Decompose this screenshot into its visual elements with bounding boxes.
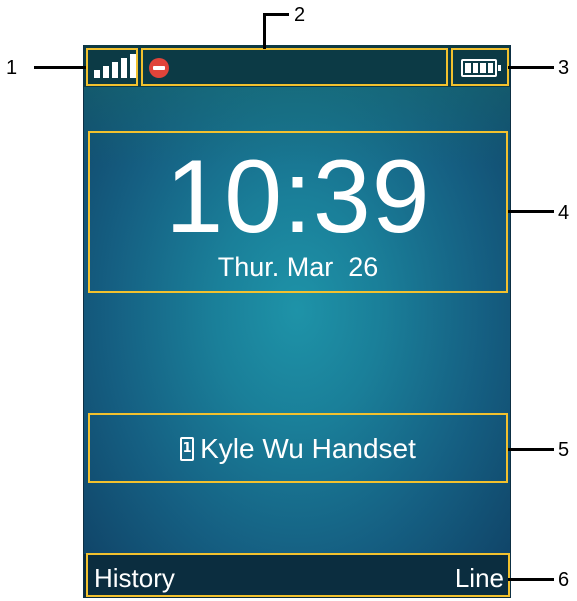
softkey-area: History Line (86, 553, 510, 597)
signal-area (86, 48, 138, 86)
battery-area (451, 48, 509, 86)
diagram-page: 10:39 Thur. Mar 26 1 Kyle Wu Handset His… (0, 0, 577, 601)
history-softkey[interactable]: History (94, 563, 175, 593)
notification-area[interactable] (141, 48, 448, 86)
phone-screen: 10:39 Thur. Mar 26 1 Kyle Wu Handset His… (83, 45, 511, 598)
callout-6: 6 (558, 569, 570, 591)
handset-row: 1 Kyle Wu Handset (90, 432, 506, 466)
missed-call-icon[interactable] (149, 58, 169, 78)
callout-1-line (34, 66, 86, 69)
callout-4-line (508, 210, 554, 213)
clock-area: 10:39 Thur. Mar 26 (88, 131, 508, 293)
battery-full-icon (461, 59, 501, 77)
callout-3-line (508, 66, 554, 69)
handset-name-area: 1 Kyle Wu Handset (88, 413, 508, 483)
callout-5: 5 (558, 439, 570, 461)
clock-date: Thur. Mar 26 (217, 252, 379, 282)
callout-2: 2 (294, 4, 306, 26)
signal-strength-icon (94, 54, 136, 78)
callout-1: 1 (6, 57, 18, 79)
callout-2-line-v (263, 13, 266, 49)
handset-name: Kyle Wu Handset (200, 433, 416, 464)
callout-5-line (508, 448, 554, 451)
callout-4: 4 (558, 202, 570, 224)
callout-2-line-h (263, 13, 289, 16)
line-softkey[interactable]: Line (455, 563, 504, 593)
callout-6-line (508, 578, 554, 581)
handset-icon: 1 (180, 437, 195, 461)
clock-time: 10:39 (165, 139, 431, 255)
callout-3: 3 (558, 57, 570, 79)
